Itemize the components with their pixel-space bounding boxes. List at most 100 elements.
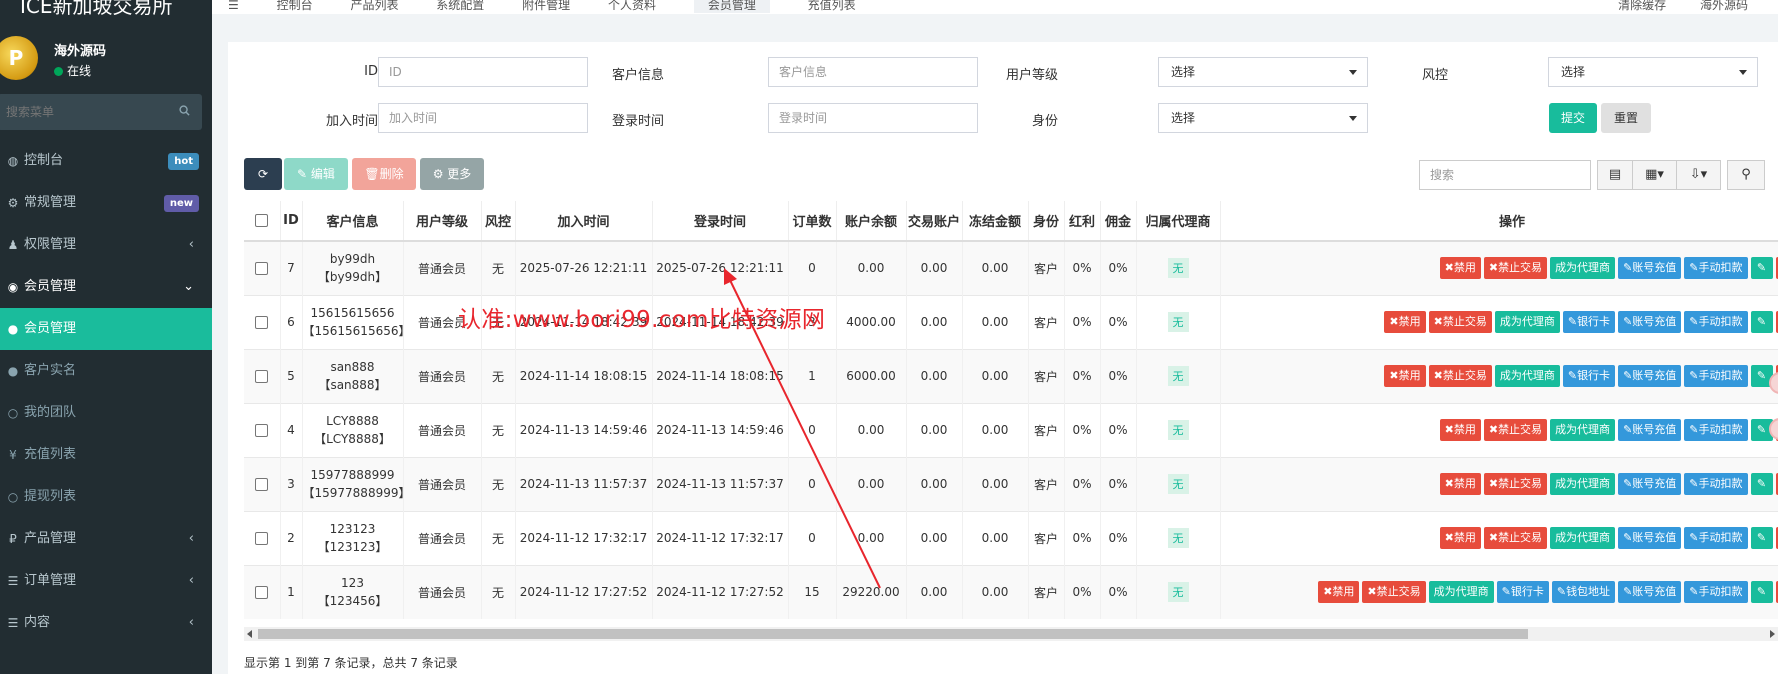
action-button[interactable]: ✖禁止交易: [1428, 365, 1492, 387]
level-select[interactable]: 选择: [1158, 57, 1368, 87]
scrollbar-thumb[interactable]: [258, 629, 1528, 639]
customer-input[interactable]: [768, 57, 978, 87]
column-header[interactable]: 用户等级: [403, 201, 482, 242]
action-button[interactable]: ✎手动扣款: [1684, 581, 1748, 604]
action-button[interactable]: ✎银行卡: [1496, 581, 1549, 604]
action-button[interactable]: ✎手动扣款: [1684, 311, 1748, 333]
action-button[interactable]: ✖禁止交易: [1483, 419, 1548, 441]
column-header[interactable]: 交易账户: [906, 201, 963, 242]
sidebar-item-products[interactable]: ₽ 产品管理 ‹: [0, 518, 212, 560]
join-time-input[interactable]: [378, 103, 588, 133]
login-time-input[interactable]: [768, 103, 978, 133]
column-header[interactable]: 客户信息: [302, 201, 404, 242]
sidebar-item-realname[interactable]: ● 客户实名: [0, 350, 212, 392]
action-button[interactable]: ✎账号充值: [1618, 527, 1682, 549]
action-button[interactable]: ✖禁止交易: [1483, 473, 1548, 495]
action-button[interactable]: 成为代理商: [1550, 419, 1616, 441]
columns-button[interactable]: ▦▾: [1633, 160, 1677, 190]
tab-members[interactable]: 会员管理: [693, 0, 770, 13]
sidebar-item-dashboard[interactable]: ◍ 控制台 hot: [0, 140, 212, 182]
table-row[interactable]: 4 LCY8888 【LCY8888】 普通会员无 2024-11-13 14:59:4…: [244, 402, 1778, 457]
action-button[interactable]: ✎手动扣款: [1684, 419, 1748, 441]
action-button[interactable]: ✎账号充值: [1618, 473, 1682, 495]
tab-config[interactable]: 系统配置: [436, 0, 484, 13]
sidebar-item-team[interactable]: ○ 我的团队: [0, 392, 212, 434]
action-button[interactable]: ✖禁用: [1384, 365, 1426, 387]
action-button[interactable]: ✎银行卡: [1562, 311, 1616, 333]
table-row[interactable]: 3 15977888999 【15977888999】 普通会员无 2024-11-13…: [244, 456, 1778, 511]
row-checkbox[interactable]: [255, 424, 269, 437]
edit-row-button[interactable]: ✎: [1750, 527, 1773, 549]
tab-profile[interactable]: 个人资料: [608, 0, 656, 13]
action-button[interactable]: ✖禁用: [1318, 581, 1360, 604]
sidebar-item-permissions[interactable]: ♟ 权限管理 ‹: [0, 224, 212, 266]
tab-attachments[interactable]: 附件管理: [522, 0, 570, 13]
tab-products[interactable]: 产品列表: [350, 0, 398, 13]
action-button[interactable]: 成为代理商: [1550, 257, 1616, 280]
action-button[interactable]: ✎钱包地址: [1551, 581, 1616, 604]
column-header[interactable]: 佣金: [1100, 201, 1137, 242]
sidebar-item-withdraw[interactable]: ○ 提现列表: [0, 476, 212, 518]
column-header[interactable]: 加入时间: [515, 201, 653, 242]
column-header[interactable]: 订单数: [788, 201, 837, 242]
toggle-view-button[interactable]: ▤: [1597, 160, 1633, 190]
tab-recharge[interactable]: 充值列表: [808, 0, 856, 13]
edit-row-button[interactable]: ✎: [1750, 581, 1773, 604]
table-search-input[interactable]: [1419, 160, 1591, 190]
table-row[interactable]: 5 san888 【san888】 普通会员无 2024-11-14 18:08:15 2…: [244, 348, 1778, 403]
horizontal-scrollbar[interactable]: [244, 627, 1778, 641]
column-header[interactable]: 登录时间: [652, 201, 789, 242]
action-button[interactable]: ✎银行卡: [1562, 365, 1616, 387]
action-button[interactable]: ✖禁用: [1384, 311, 1426, 333]
search-icon[interactable]: [179, 105, 190, 116]
row-checkbox[interactable]: [255, 370, 269, 383]
sidebar-item-recharge[interactable]: ¥ 充值列表: [0, 434, 212, 476]
action-button[interactable]: ✎账号充值: [1618, 311, 1682, 333]
action-button[interactable]: 成为代理商: [1494, 365, 1560, 387]
action-button[interactable]: ✎账号充值: [1618, 365, 1682, 387]
advanced-search-button[interactable]: ⚲: [1727, 160, 1765, 190]
sidebar-item-orders[interactable]: ☰ 订单管理 ‹: [0, 560, 212, 602]
menu-toggle-icon[interactable]: ☰: [228, 0, 239, 12]
sidebar-item-members[interactable]: ● 会员管理: [0, 308, 212, 350]
table-row[interactable]: 1 123 【123456】 普通会员无 2024-11-12 17:27:52 2024…: [244, 564, 1778, 619]
column-header[interactable]: 红利: [1064, 201, 1101, 242]
sidebar-item-content[interactable]: ☰ 内容 ‹: [0, 602, 212, 644]
edit-row-button[interactable]: ✎: [1750, 473, 1773, 495]
edit-button[interactable]: ✎ 编辑: [284, 158, 348, 190]
top-user-name[interactable]: 海外源码: [1700, 0, 1748, 12]
identity-select[interactable]: 选择: [1158, 103, 1368, 133]
action-button[interactable]: ✖禁止交易: [1483, 257, 1548, 280]
table-row[interactable]: 7 by99dh 【by99dh】 普通会员无 2025-07-26 12:21:11 2…: [244, 240, 1778, 295]
column-header[interactable]: 账户余额: [836, 201, 907, 242]
more-button[interactable]: ⚙ 更多: [420, 158, 484, 190]
column-header[interactable]: 身份: [1028, 201, 1065, 242]
action-button[interactable]: ✎账号充值: [1618, 257, 1682, 280]
action-button[interactable]: ✎账号充值: [1618, 581, 1682, 604]
risk-select[interactable]: 选择: [1548, 57, 1758, 87]
action-button[interactable]: ✖禁用: [1439, 527, 1481, 549]
refresh-button[interactable]: ⟳: [244, 158, 282, 190]
scroll-right-icon[interactable]: [1770, 630, 1775, 638]
column-header[interactable]: ID: [280, 201, 303, 242]
brand-logo-text[interactable]: ICE新加坡交易所: [0, 0, 212, 24]
action-button[interactable]: ✖禁用: [1439, 257, 1481, 280]
edit-row-button[interactable]: ✎: [1750, 311, 1773, 333]
sidebar-search-input[interactable]: [0, 94, 202, 130]
sidebar-item-general[interactable]: ⚙ 常规管理 new: [0, 182, 212, 224]
edit-row-button[interactable]: ✎: [1750, 257, 1773, 280]
sidebar-item-members-group[interactable]: ◉ 会员管理 ⌄: [0, 266, 212, 308]
action-button[interactable]: ✖禁止交易: [1362, 581, 1426, 604]
row-checkbox[interactable]: [255, 586, 269, 600]
submit-button[interactable]: 提交: [1549, 103, 1597, 133]
action-button[interactable]: ✖禁止交易: [1428, 311, 1492, 333]
action-button[interactable]: ✖禁用: [1439, 419, 1481, 441]
action-button[interactable]: 成为代理商: [1550, 473, 1616, 495]
row-checkbox[interactable]: [255, 532, 269, 545]
column-header[interactable]: 归属代理商: [1136, 201, 1221, 242]
action-button[interactable]: 成为代理商: [1550, 527, 1616, 549]
column-header[interactable]: 风控: [481, 201, 516, 242]
action-button[interactable]: 成为代理商: [1428, 581, 1494, 604]
row-checkbox[interactable]: [255, 262, 269, 276]
action-button[interactable]: ✎手动扣款: [1684, 527, 1748, 549]
